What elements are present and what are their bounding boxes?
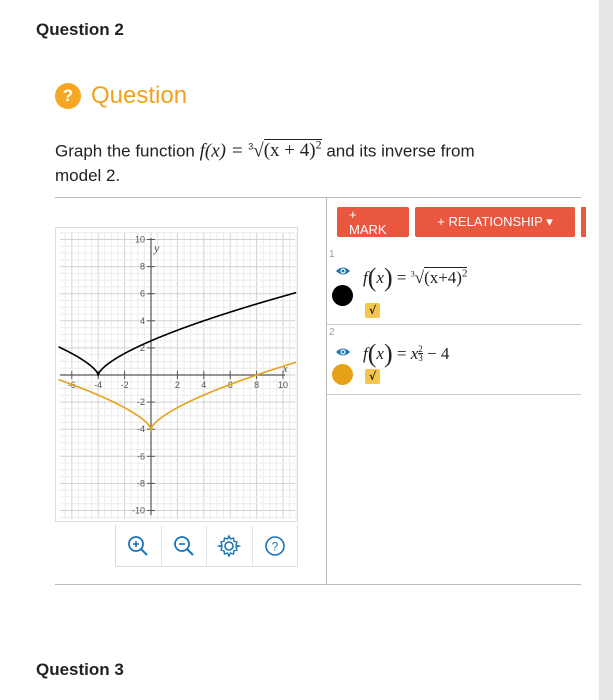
question-heading: Question 3 — [36, 660, 124, 679]
question-badge-icon: ? — [55, 83, 81, 109]
prompt-text: Graph the function — [55, 141, 200, 161]
prompt-fx: f(x) = — [199, 140, 249, 162]
x-tick-label: 8 — [254, 380, 259, 390]
y-tick-label: -6 — [137, 451, 145, 461]
y-tick-label: -2 — [137, 397, 145, 407]
x-tick-label: 2 — [175, 380, 180, 390]
row-number: 1 — [329, 249, 335, 260]
function-row[interactable]: 2 √ f(x) = x23 − 4 — [327, 325, 581, 395]
question-prompt: Graph the function f(x) = 3√(x + 4)2 and… — [55, 133, 555, 188]
zoom-in-icon — [128, 535, 148, 556]
prompt-text-after: and its inverse from — [321, 141, 475, 161]
svg-text:?: ? — [271, 539, 278, 553]
x-tick-label: 4 — [201, 380, 206, 390]
graph-canvas[interactable]: x y -6 -4 -2 2 4 6 8 10 10 8 6 4 2 -2 -4 -6 -8 -10 — [55, 227, 298, 522]
function-expression[interactable]: f(x) = x23 − 4 — [363, 339, 449, 369]
eye-icon[interactable] — [335, 344, 351, 360]
left-margin — [0, 0, 14, 700]
toolbar-overflow-button[interactable] — [581, 207, 586, 237]
y-tick-label: -8 — [137, 478, 145, 488]
eye-icon[interactable] — [335, 263, 351, 279]
color-swatch[interactable] — [332, 285, 353, 306]
mark-button[interactable]: + MARK — [337, 207, 409, 237]
graph-tools: ? — [115, 525, 298, 567]
relationship-button[interactable]: + RELATIONSHIP ▾ — [415, 207, 575, 237]
zoom-out-icon — [173, 535, 194, 556]
y-tick-label: -4 — [137, 424, 145, 434]
zoom-out-button[interactable] — [162, 525, 207, 566]
help-button[interactable]: ? — [253, 525, 298, 566]
prompt-text-line2: model 2. — [55, 166, 121, 186]
question-title: ? Question — [55, 82, 187, 110]
answer-toolbar: + MARK + RELATIONSHIP ▾ — [337, 207, 586, 237]
page-scroll-gutter — [599, 0, 613, 700]
color-swatch[interactable] — [332, 364, 353, 385]
math-keyboard-icon[interactable]: √ — [365, 303, 380, 318]
question-heading: Question 2 — [36, 20, 124, 39]
y-tick-label: 8 — [140, 262, 145, 272]
gear-icon — [217, 533, 242, 558]
row-number: 2 — [329, 327, 335, 338]
coordinate-grid[interactable]: xy-6 -4 -2 2 4 6 8 10108642-2-4-6-8-10 — [56, 228, 299, 523]
y-tick-label: 10 — [135, 235, 145, 245]
radical-sign: √ — [253, 140, 264, 162]
y-tick-label: -10 — [132, 506, 145, 516]
zoom-in-button[interactable] — [116, 525, 162, 566]
function-expression[interactable]: f(x) = 3√(x+4)2 — [363, 263, 468, 293]
question-label: Question — [91, 82, 188, 109]
function-row[interactable]: 1 √ f(x) = 3√(x+4)2 — [327, 247, 581, 325]
y-tick-label: 6 — [140, 289, 145, 299]
x-tick-label: 10 — [278, 380, 288, 390]
y-axis-label: y — [153, 241, 160, 255]
x-tick-label: -4 — [94, 380, 102, 390]
math-keyboard-icon[interactable]: √ — [365, 369, 380, 384]
help-icon: ? — [264, 535, 285, 556]
x-tick-label: -2 — [121, 380, 129, 390]
settings-button[interactable] — [207, 525, 253, 566]
prompt-radicand: (x + 4)2 — [263, 138, 322, 162]
y-tick-label: 4 — [140, 316, 145, 326]
